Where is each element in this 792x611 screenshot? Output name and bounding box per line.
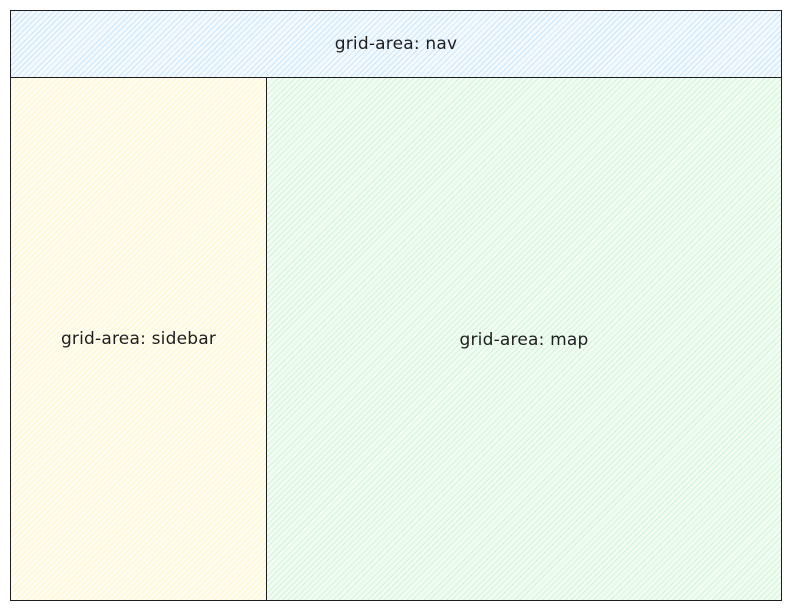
map-area: grid-area: map xyxy=(267,78,781,600)
nav-area: grid-area: nav xyxy=(11,11,781,78)
sidebar-area: grid-area: sidebar xyxy=(11,78,267,600)
nav-area-label: grid-area: nav xyxy=(334,34,458,54)
grid-layout-diagram: grid-area: nav grid-area: sidebar grid-a… xyxy=(10,10,782,601)
sidebar-area-label: grid-area: sidebar xyxy=(60,329,217,349)
map-area-label: grid-area: map xyxy=(459,330,589,350)
